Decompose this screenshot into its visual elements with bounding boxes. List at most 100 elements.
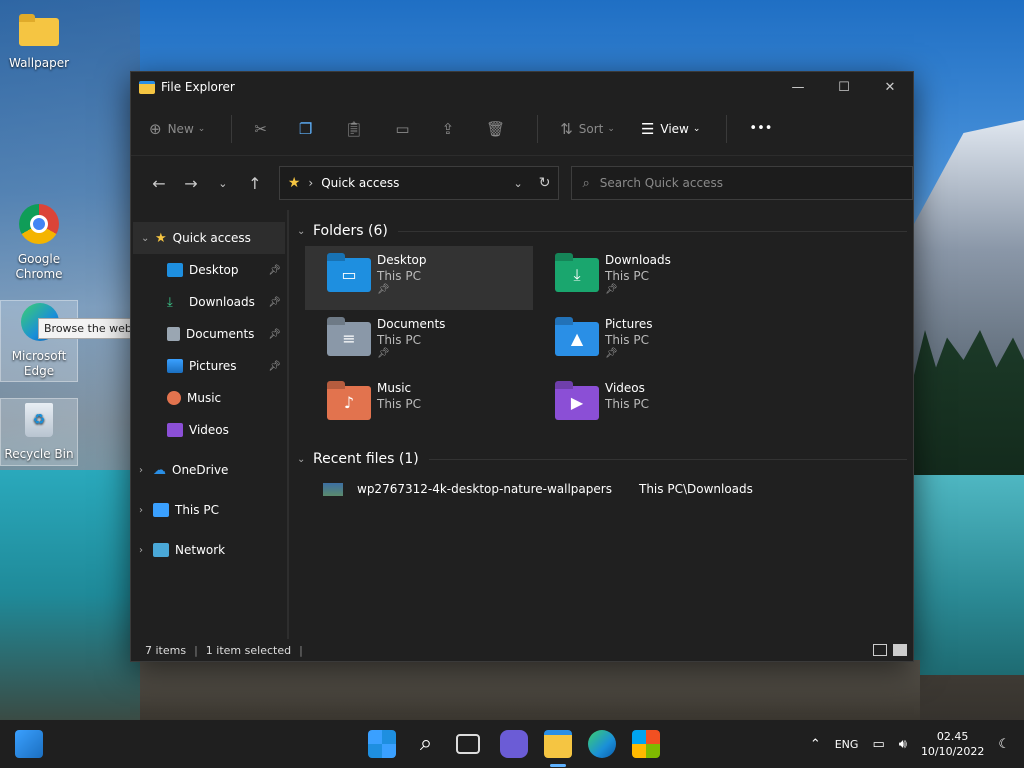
chevron-right-icon[interactable]: › [139, 505, 153, 516]
rename-button[interactable]: ▭ [395, 120, 415, 138]
minimize-button[interactable]: — [775, 72, 821, 102]
search-icon: ⌕ [582, 175, 590, 191]
start-button[interactable] [368, 730, 396, 758]
cloud-icon: ☁ [153, 462, 166, 478]
pin-icon: 📌︎ [268, 360, 281, 372]
widgets-icon[interactable] [15, 730, 43, 758]
file-explorer-taskbar-icon[interactable] [544, 730, 572, 758]
forward-button[interactable]: → [175, 174, 207, 193]
copy-button[interactable]: ❐ [299, 120, 318, 138]
folder-tile-downloads[interactable]: ⤓ Downloads This PC 📌︎ [533, 246, 761, 310]
desktop-folder-icon [167, 263, 183, 277]
plus-circle-icon: ⊕ [149, 119, 162, 138]
desktop-icon-recycle-bin[interactable]: ♻ Recycle Bin [0, 398, 78, 466]
folder-tile-desktop[interactable]: ▭ Desktop This PC 📌︎ [305, 246, 533, 310]
pin-icon: 📌︎ [605, 284, 618, 295]
view-button[interactable]: ☰ View ⌄ [641, 120, 700, 138]
network-icon [153, 543, 169, 557]
moon-icon[interactable]: ☾ [998, 737, 1010, 752]
edge-taskbar-icon[interactable] [588, 730, 616, 758]
pin-icon: 📌︎ [268, 264, 281, 276]
share-button[interactable]: ⇪ [442, 120, 461, 138]
network-icon[interactable]: ▭ [872, 737, 884, 752]
window-title: File Explorer [161, 80, 235, 94]
selection-count: 1 item selected [205, 643, 292, 657]
folder-tile-music[interactable]: ♪ Music This PC [305, 374, 533, 438]
music-icon [167, 391, 181, 405]
nav-item-videos[interactable]: Videos [131, 414, 287, 446]
nav-item-downloads[interactable]: ⤓ Downloads 📌︎ [131, 286, 287, 318]
chat-icon[interactable] [500, 730, 528, 758]
pin-icon: 📌︎ [268, 296, 281, 308]
desktop-icon-google-chrome[interactable]: Google Chrome [0, 204, 78, 282]
chevron-down-icon: ⌄ [218, 176, 228, 190]
recent-locations-button[interactable]: ⌄ [207, 177, 239, 190]
chevron-right-icon[interactable]: › [139, 545, 153, 556]
more-options-button[interactable]: ••• [749, 121, 772, 136]
clock[interactable]: 02.45 10/10/2022 [921, 729, 984, 759]
address-dropdown-icon[interactable]: ⌄ [513, 177, 522, 190]
title-bar[interactable]: File Explorer — ☐ ✕ [131, 72, 913, 102]
nav-item-onedrive[interactable]: › ☁ OneDrive [131, 454, 287, 486]
new-button[interactable]: ⊕ New ⌄ [149, 120, 205, 138]
download-arrow-icon: ⤓ [167, 294, 173, 310]
nav-item-network[interactable]: › Network [131, 534, 287, 566]
cut-button[interactable]: ✂ [254, 120, 273, 138]
address-bar[interactable]: ★ › Quick access ⌄ ↻ [278, 166, 560, 200]
volume-icon[interactable]: 🔊︎ [899, 737, 907, 752]
nav-item-documents[interactable]: Documents 📌︎ [131, 318, 287, 350]
clipboard-icon: 📋︎ [344, 119, 364, 138]
desktop-icon-wallpaper[interactable]: Wallpaper [0, 8, 78, 71]
documents-folder-icon: ≡ [327, 322, 371, 356]
monitor-icon [153, 503, 169, 517]
details-view-icon[interactable] [873, 644, 887, 656]
desktop-icon-label: Google Chrome [15, 252, 63, 281]
star-icon: ★ [287, 175, 301, 191]
back-button[interactable]: ← [143, 174, 175, 193]
folder-tile-videos[interactable]: ▶ Videos This PC [533, 374, 761, 438]
pictures-folder-icon: ▲ [555, 322, 599, 356]
language-indicator[interactable]: ENG [835, 738, 859, 751]
chevron-up-icon[interactable]: ⌃ [810, 737, 821, 752]
videos-folder-icon: ▶ [555, 386, 599, 420]
folder-tile-pictures[interactable]: ▲ Pictures This PC 📌︎ [533, 310, 761, 374]
rename-icon: ▭ [395, 119, 410, 138]
folder-tile-documents[interactable]: ≡ Documents This PC 📌︎ [305, 310, 533, 374]
nav-item-music[interactable]: Music [131, 382, 287, 414]
sort-button[interactable]: ⇅ Sort ⌄ [560, 120, 615, 138]
pin-icon: 📌︎ [377, 284, 390, 295]
desktop-icon-microsoft-edge[interactable]: Microsoft Edge [0, 300, 78, 382]
videos-icon [167, 423, 183, 437]
chevron-down-icon: ⌄ [297, 453, 306, 465]
maximize-button[interactable]: ☐ [821, 72, 867, 102]
share-icon: ⇪ [441, 119, 455, 138]
nav-item-desktop[interactable]: Desktop 📌︎ [131, 254, 287, 286]
search-input[interactable]: Search Quick access [600, 176, 723, 190]
scissors-icon: ✂ [254, 119, 267, 138]
chevron-right-icon[interactable]: › [139, 465, 153, 476]
desktop-icon-label: Wallpaper [8, 56, 70, 70]
nav-item-pictures[interactable]: Pictures 📌︎ [131, 350, 287, 382]
nav-item-quick-access[interactable]: ⌄ ★ Quick access [133, 222, 285, 254]
paste-button[interactable]: 📋︎ [344, 120, 369, 138]
item-count: 7 items [145, 643, 187, 657]
store-icon[interactable] [632, 730, 660, 758]
system-tray: ⌃ ENG ▭ 🔊︎ 02.45 10/10/2022 ☾ [810, 720, 1024, 768]
folders-section-header[interactable]: ⌄ Folders (6) [297, 216, 913, 246]
list-item[interactable]: wp2767312-4k-desktop-nature-wallpapers T… [323, 474, 913, 504]
search-box[interactable]: ⌕ Search Quick access [571, 166, 913, 200]
refresh-icon[interactable]: ↻ [539, 175, 551, 191]
close-button[interactable]: ✕ [867, 72, 913, 102]
recent-files-section-header[interactable]: ⌄ Recent files (1) [297, 444, 913, 474]
large-icons-view-icon[interactable] [893, 644, 907, 656]
nav-item-this-pc[interactable]: › This PC [131, 494, 287, 526]
task-view-icon[interactable] [456, 734, 480, 754]
pin-icon: 📌︎ [268, 328, 281, 340]
pictures-icon [167, 359, 183, 373]
up-button[interactable]: ↑ [239, 174, 271, 193]
breadcrumb-quick-access[interactable]: Quick access [321, 176, 399, 190]
search-icon[interactable]: ⌕ [412, 730, 440, 758]
content-pane: ⌄ Folders (6) ▭ Desktop This PC 📌︎ ⤓ Downl… [289, 210, 913, 639]
chevron-down-icon[interactable]: ⌄ [141, 233, 155, 244]
delete-button[interactable]: 🗑︎ [486, 120, 511, 138]
